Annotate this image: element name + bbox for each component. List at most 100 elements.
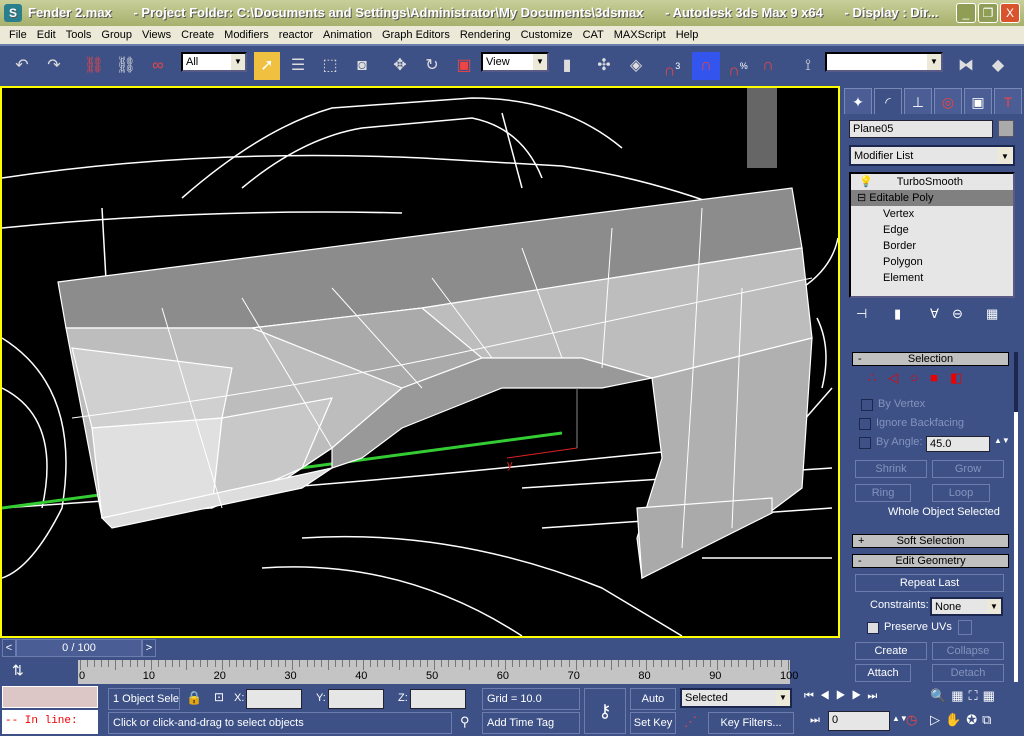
panel-scrollbar[interactable] — [1014, 352, 1018, 682]
pin-stack-icon[interactable]: ⊣ — [856, 306, 867, 322]
menu-reactor[interactable]: reactor — [274, 26, 318, 44]
menu-animation[interactable]: Animation — [318, 26, 377, 44]
x-coordinate-field[interactable] — [246, 689, 302, 709]
create-button[interactable]: Create — [855, 642, 927, 660]
subobject-border[interactable]: Border — [851, 238, 1013, 254]
menu-customize[interactable]: Customize — [516, 26, 578, 44]
arc-rotate-icon[interactable]: ✪ — [966, 712, 982, 727]
preserve-uvs-checkbox[interactable] — [867, 622, 879, 634]
rectangular-selection-icon[interactable]: ⬚ — [318, 52, 342, 80]
object-name-field[interactable]: Plane05 — [849, 120, 993, 138]
menu-cat[interactable]: CAT — [578, 26, 609, 44]
bind-space-warp-icon[interactable]: ∞ — [146, 52, 170, 80]
make-unique-icon[interactable]: ∀ — [930, 306, 939, 322]
absolute-mode-icon[interactable]: ⊡ — [214, 690, 224, 704]
shrink-button[interactable]: Shrink — [855, 460, 927, 478]
loop-button[interactable]: Loop — [932, 484, 990, 502]
key-mode-dropdown[interactable]: Selected ▼ — [680, 688, 792, 708]
tab-hierarchy[interactable]: ⊥ — [904, 88, 932, 114]
maximize-viewport-icon[interactable]: ⧉ — [982, 712, 996, 727]
subobject-vertex[interactable]: Vertex — [851, 206, 1013, 222]
maxscript-listener-mini[interactable] — [2, 686, 98, 708]
constraints-dropdown[interactable]: None ▼ — [930, 597, 1003, 616]
menu-views[interactable]: Views — [137, 26, 176, 44]
next-frame-button[interactable]: > — [142, 639, 156, 657]
edit-named-selection-icon[interactable]: ⟟ — [796, 52, 820, 80]
manipulate-icon[interactable]: ✣ — [592, 52, 616, 80]
pivot-center-icon[interactable]: ▮ — [555, 52, 579, 80]
element-mode-icon[interactable]: ◧ — [950, 370, 974, 385]
rollout-selection-header[interactable]: - Selection — [852, 352, 1009, 366]
time-slider-thumb[interactable]: 0 / 100 — [16, 639, 142, 657]
menu-modifiers[interactable]: Modifiers — [219, 26, 274, 44]
move-icon[interactable]: ✥ — [388, 52, 412, 80]
undo-icon[interactable]: ↶ — [10, 52, 34, 80]
tab-motion[interactable]: ◎ — [934, 88, 962, 114]
menu-graph-editors[interactable]: Graph Editors — [377, 26, 455, 44]
align-icon[interactable]: ◆ — [986, 52, 1010, 80]
go-to-start-icon[interactable]: ⏮ — [804, 690, 820, 702]
modifier-list-dropdown[interactable]: Modifier List ▼ — [849, 145, 1015, 166]
percent-snap-icon[interactable]: ∩% — [726, 52, 750, 80]
play-icon[interactable]: ▶ — [836, 690, 852, 702]
menu-tools[interactable]: Tools — [61, 26, 97, 44]
subobject-edge[interactable]: Edge — [851, 222, 1013, 238]
subobject-polygon[interactable]: Polygon — [851, 254, 1013, 270]
z-coordinate-field[interactable] — [410, 689, 466, 709]
field-of-view-icon[interactable]: ▷ — [930, 712, 945, 727]
tab-create[interactable]: ✦ — [844, 88, 872, 114]
zoom-extents-all-icon[interactable]: ▦ — [983, 688, 1000, 703]
angle-snap-icon[interactable]: ∩ — [692, 52, 720, 80]
spinner-arrows-icon[interactable]: ▲▼ — [994, 436, 1010, 445]
set-key-button[interactable]: Set Key — [630, 712, 676, 734]
mirror-icon[interactable]: ⧓ — [954, 52, 978, 80]
edge-mode-icon[interactable]: ◁ — [888, 370, 910, 385]
by-angle-checkbox[interactable] — [859, 437, 871, 449]
show-end-result-icon[interactable]: ▮ — [894, 306, 901, 322]
menu-edit[interactable]: Edit — [32, 26, 61, 44]
redo-icon[interactable]: ↷ — [42, 52, 66, 80]
rollout-soft-selection-header[interactable]: + Soft Selection — [852, 534, 1009, 548]
window-crossing-icon[interactable]: ◙ — [350, 52, 374, 80]
object-color-swatch[interactable] — [998, 120, 1014, 137]
mini-curve-editor-icon[interactable]: ⇅ — [12, 662, 24, 679]
scale-icon[interactable]: ▣ — [452, 52, 476, 80]
previous-key-icon[interactable]: ◀ — [820, 690, 836, 702]
menu-group[interactable]: Group — [96, 26, 137, 44]
by-vertex-checkbox[interactable] — [861, 399, 873, 411]
key-filters-button[interactable]: Key Filters... — [708, 712, 794, 734]
tab-display[interactable]: ▣ — [964, 88, 992, 114]
close-button[interactable]: X — [1000, 3, 1020, 23]
vertex-mode-icon[interactable]: ∴ — [868, 370, 888, 385]
menu-create[interactable]: Create — [176, 26, 219, 44]
lock-selection-icon[interactable]: 🔒 — [186, 690, 202, 706]
select-object-icon[interactable]: ➚ — [254, 52, 280, 80]
tab-modify[interactable]: ◜ — [874, 88, 902, 114]
pan-hand-icon[interactable]: ✋ — [945, 712, 966, 727]
ignore-backfacing-checkbox[interactable] — [859, 418, 871, 430]
ring-button[interactable]: Ring — [855, 484, 911, 502]
time-slider[interactable]: < 0 / 100 > — [0, 638, 840, 658]
angle-spinner-field[interactable]: 45.0 — [926, 436, 990, 452]
preserve-uvs-settings-button[interactable] — [958, 620, 972, 635]
stack-item-turbosmooth[interactable]: 💡 TurboSmooth — [851, 174, 1013, 190]
detach-button[interactable]: Detach — [932, 664, 1004, 682]
time-configuration-icon[interactable]: ◷ — [906, 712, 917, 728]
rotate-icon[interactable]: ↻ — [420, 52, 444, 80]
menu-file[interactable]: File — [4, 26, 32, 44]
unlink-icon[interactable]: ⛓ — [114, 52, 138, 80]
configure-modifier-sets-icon[interactable]: ▦ — [986, 306, 998, 322]
restore-button[interactable]: ❐ — [978, 3, 998, 23]
go-to-end-icon[interactable]: ⏭ — [867, 690, 883, 702]
next-key-icon[interactable]: ▶ — [852, 690, 868, 702]
stack-item-editable-poly[interactable]: ⊟ Editable Poly — [851, 190, 1013, 206]
tab-utilities[interactable]: T — [994, 88, 1022, 114]
zoom-icon[interactable]: 🔍 — [930, 688, 951, 703]
snap-toggle-icon[interactable]: ∩3 — [660, 52, 684, 80]
reference-coord-dropdown[interactable]: View ▼ — [481, 52, 549, 72]
named-selection-dropdown[interactable]: ▼ — [825, 52, 943, 72]
zoom-all-icon[interactable]: ▦ — [951, 688, 968, 703]
grow-button[interactable]: Grow — [932, 460, 1004, 478]
subobject-element[interactable]: Element — [851, 270, 1013, 286]
select-by-name-icon[interactable]: ☰ — [286, 52, 310, 80]
